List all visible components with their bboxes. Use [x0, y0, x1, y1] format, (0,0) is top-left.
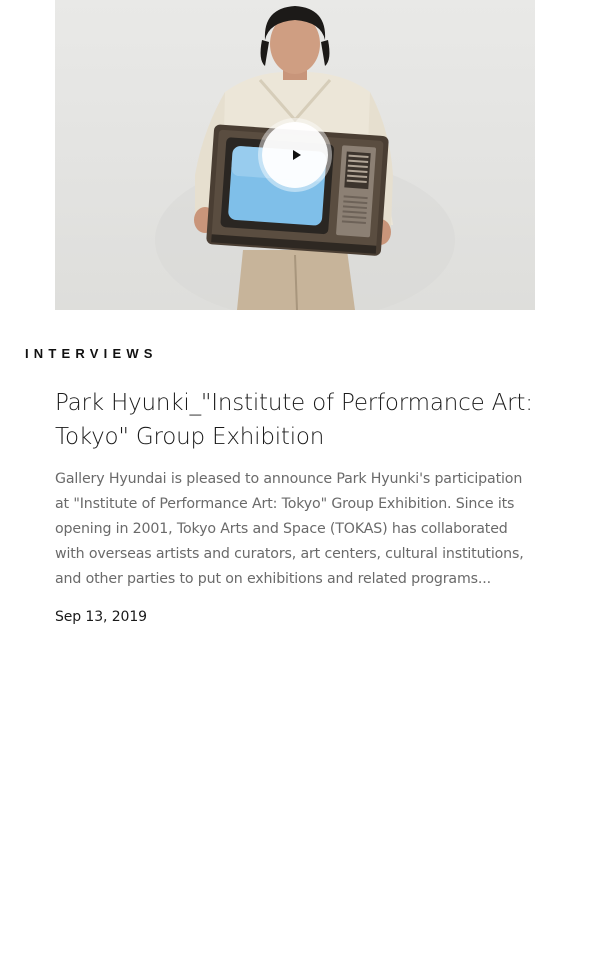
category-label[interactable]: INTERVIEWS [25, 346, 158, 361]
article-title[interactable]: Park Hyunki_"Institute of Performance Ar… [55, 386, 535, 454]
play-button[interactable] [262, 122, 328, 188]
video-thumbnail[interactable] [55, 0, 535, 310]
article-summary: Gallery Hyundai is pleased to announce P… [55, 471, 524, 587]
play-icon [292, 150, 301, 160]
article-date: Sep 13, 2019 [55, 609, 147, 625]
